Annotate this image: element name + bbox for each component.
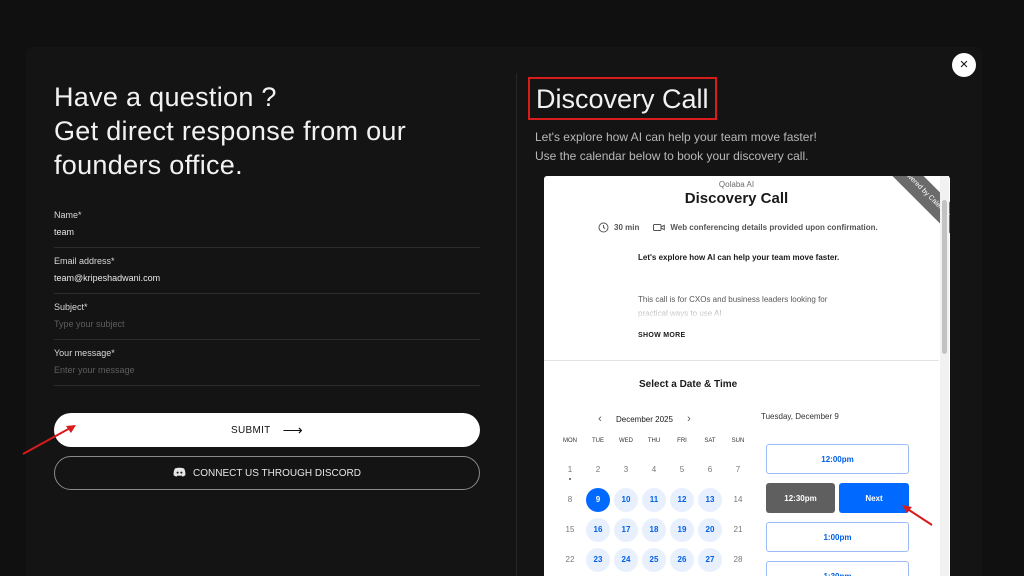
time-slot[interactable]: 12:00pm (766, 444, 909, 474)
calendar-day[interactable]: 12 (670, 488, 694, 512)
weekday-header: SAT (704, 438, 716, 444)
booking-title: Discovery Call (536, 84, 709, 114)
form-headline: Have a question ? Get direct response fr… (54, 80, 480, 182)
message-placeholder[interactable]: Enter your message (54, 365, 480, 375)
calendar-day: 22 (565, 555, 575, 564)
calendar-day[interactable]: 25 (642, 548, 666, 572)
calendar-day[interactable]: 13 (698, 488, 722, 512)
weekday-header: SUN (731, 438, 745, 444)
headline-line-3: founders office. (54, 150, 243, 180)
chevron-left-icon[interactable]: ‹ (594, 413, 606, 425)
clock-icon (598, 222, 609, 233)
calendar-day: 8 (567, 495, 573, 504)
discord-icon (173, 467, 186, 480)
calendar-day[interactable]: 24 (614, 548, 638, 572)
calendly-scrollbar-thumb[interactable] (942, 200, 947, 354)
calendly-brand: Qolaba AI (718, 180, 755, 189)
discord-button[interactable]: CONNECT US THROUGH DISCORD (54, 456, 480, 490)
subject-placeholder[interactable]: Type your subject (54, 319, 480, 329)
duration-text: 30 min (614, 223, 640, 232)
calendar-day[interactable]: 11 (642, 488, 666, 512)
month-navigation: ‹ December 2025 › (594, 413, 695, 425)
contact-modal: Have a question ? Get direct response fr… (26, 47, 982, 576)
weekday-header: WED (619, 438, 633, 444)
submit-label: SUBMIT (231, 424, 271, 436)
calendar-day[interactable]: 23 (586, 548, 610, 572)
email-value[interactable]: team@kripeshadwani.com (54, 273, 480, 283)
calendar-day[interactable]: 10 (614, 488, 638, 512)
calendar-day: 4 (651, 465, 657, 474)
subtitle-line-1: Let's explore how AI can help your team … (535, 130, 817, 144)
title-highlight-box: Discovery Call (528, 77, 717, 120)
duration-item: 30 min (598, 222, 639, 233)
annotation-arrow-right (902, 505, 933, 526)
calendar-day: 5 (679, 465, 685, 474)
event-meta: 30 min Web conferencing details provided… (598, 222, 878, 233)
calendar-day[interactable]: 20 (698, 518, 722, 542)
weekday-header: THU (647, 438, 661, 444)
show-more-link[interactable]: SHOW MORE (638, 332, 685, 339)
message-field[interactable]: Your message* Enter your message (54, 340, 480, 386)
calendly-event-title: Discovery Call (684, 190, 789, 207)
name-field[interactable]: Name* team (54, 202, 480, 248)
calendar-day-selected[interactable]: 9 (586, 488, 610, 512)
column-divider (516, 73, 517, 576)
email-label: Email address* (54, 256, 115, 266)
time-slot[interactable]: 1:00pm (766, 522, 909, 552)
booking-subtitle: Let's explore how AI can help your team … (535, 128, 965, 166)
calendar-day[interactable]: 26 (670, 548, 694, 572)
calendly-widget: powered by Calendly Qolaba AI Discovery … (544, 176, 950, 576)
section-divider (544, 360, 939, 361)
arrow-right-icon: ⟶ (282, 421, 303, 438)
calendar-day[interactable]: 27 (698, 548, 722, 572)
message-label: Your message* (54, 348, 115, 358)
selected-time-slot[interactable]: 12:30pm (766, 483, 835, 513)
discord-label: CONNECT US THROUGH DISCORD (193, 467, 361, 479)
calendar-day[interactable]: 19 (670, 518, 694, 542)
weekday-header: FRI (677, 438, 687, 444)
contact-form: Name* team Email address* team@kripeshad… (54, 202, 480, 386)
booking-panel: Discovery Call Let's explore how AI can … (528, 77, 965, 166)
time-slots: 12:00pm 12:30pm Next 1:00pm 1:30pm (766, 444, 909, 576)
event-description-bold: Let's explore how AI can help your team … (638, 253, 840, 262)
weekday-header: TUE (592, 438, 604, 444)
calendar-grid: MON TUE WED THU FRI SAT SUN 1 2 3 4 5 6 7 8 9 10 11 12 13 14… (556, 438, 752, 572)
calendar-day[interactable]: 18 (642, 518, 666, 542)
chevron-right-icon[interactable]: › (683, 413, 695, 425)
name-value[interactable]: team (54, 227, 480, 237)
calendar-day: 7 (735, 465, 741, 474)
weekday-header: MON (563, 438, 577, 444)
contact-form-panel: Have a question ? Get direct response fr… (54, 80, 480, 490)
calendar-day: 2 (595, 465, 601, 474)
submit-button[interactable]: SUBMIT ⟶ (54, 413, 480, 447)
calendar-day: 21 (733, 525, 743, 534)
selected-day-label: Tuesday, December 9 (761, 412, 839, 421)
time-slot[interactable]: 1:30pm (766, 561, 909, 576)
calendar-day: 1 (558, 458, 582, 482)
description-fade (634, 300, 864, 320)
subtitle-line-2: Use the calendar below to book your disc… (535, 149, 809, 163)
calendar-day: 6 (707, 465, 713, 474)
name-label: Name* (54, 210, 82, 220)
calendar-day: 14 (733, 495, 743, 504)
calendar-day: 28 (733, 555, 743, 564)
calendar-day[interactable]: 17 (614, 518, 638, 542)
close-button[interactable]: × (952, 53, 976, 77)
headline-line-1: Have a question ? (54, 82, 277, 112)
close-icon: × (959, 56, 969, 73)
annotation-arrow-left (22, 425, 76, 455)
month-label: December 2025 (616, 414, 673, 424)
conferencing-item: Web conferencing details provided upon c… (653, 223, 878, 232)
subject-label: Subject* (54, 302, 88, 312)
select-date-time-heading: Select a Date & Time (639, 379, 738, 390)
subject-field[interactable]: Subject* Type your subject (54, 294, 480, 340)
calendar-day: 3 (623, 465, 629, 474)
video-camera-icon (653, 224, 666, 231)
selected-slot-row: 12:30pm Next (766, 483, 909, 513)
calendar-day[interactable]: 16 (586, 518, 610, 542)
conferencing-text: Web conferencing details provided upon c… (670, 223, 878, 232)
calendar-day: 15 (565, 525, 575, 534)
headline-line-2: Get direct response from our (54, 116, 407, 146)
email-field[interactable]: Email address* team@kripeshadwani.com (54, 248, 480, 294)
